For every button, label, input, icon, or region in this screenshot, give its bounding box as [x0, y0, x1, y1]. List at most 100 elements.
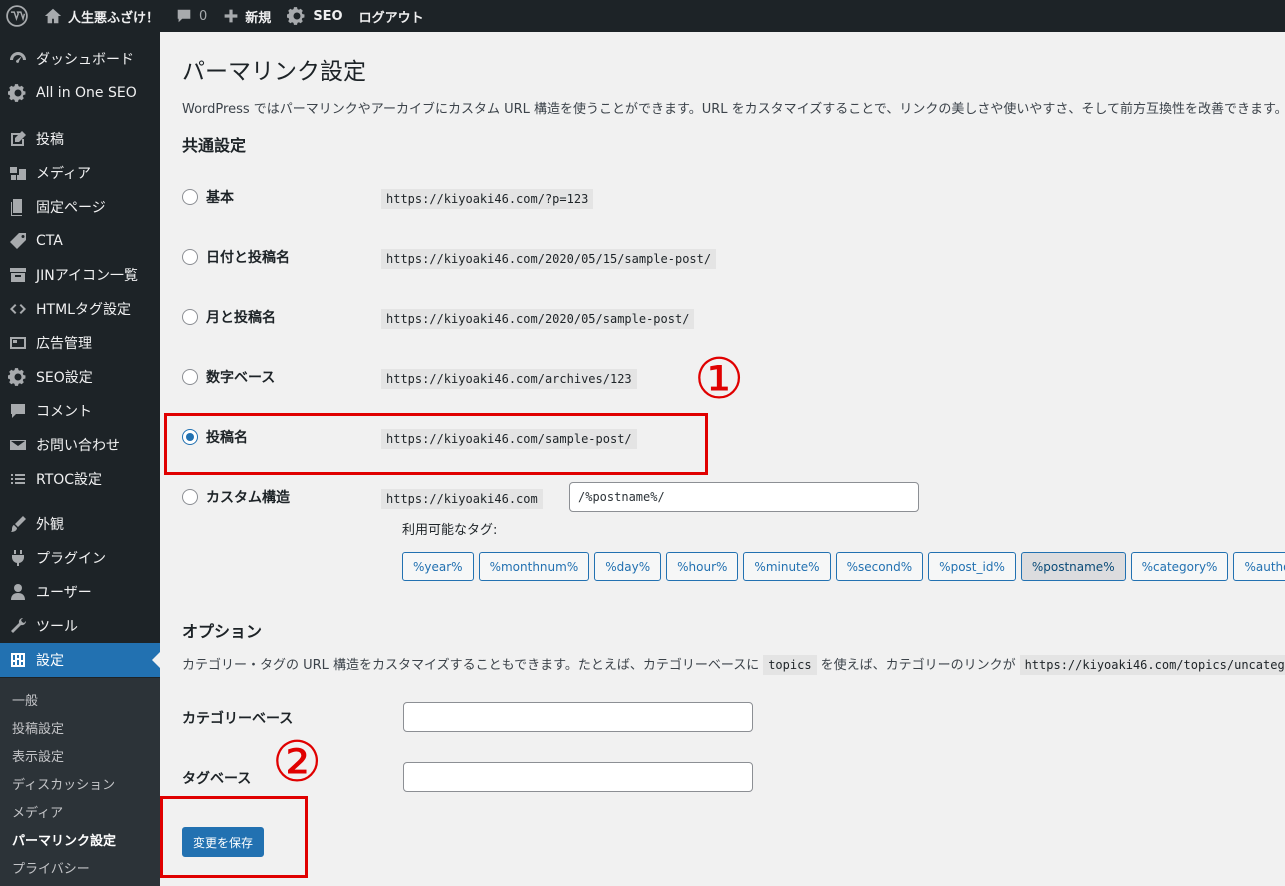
tag-button-category[interactable]: %category% [1130, 552, 1229, 581]
page-icon [0, 190, 36, 224]
admin-bar: 人生悪ふざけ！ 0 新規 SEO ログアウト [0, 0, 1285, 32]
permalink-option-month-name[interactable]: 月と投稿名 [182, 303, 1282, 331]
submenu-discussion[interactable]: ディスカッション [12, 774, 115, 793]
menu-item-all-in-one-seo[interactable]: All in One SEO [0, 76, 160, 110]
tag-button-postname[interactable]: %postname% [1020, 552, 1126, 581]
permalink-option-day-name[interactable]: 日付と投稿名 [182, 243, 1282, 271]
example-url-day-name: https://kiyoaki46.com/2020/05/15/sample-… [381, 249, 717, 269]
option-description: カテゴリー・タグの URL 構造をカスタマイズすることもできます。たとえば、カテ… [182, 654, 1285, 675]
menu-item-comments[interactable]: コメント [0, 394, 160, 428]
wrench-icon [0, 609, 36, 643]
tag-button-post-id[interactable]: %post_id% [928, 552, 1016, 581]
menu-item-contact[interactable]: お問い合わせ [0, 428, 160, 462]
example-category-base: topics [763, 655, 817, 675]
home-icon [44, 8, 62, 24]
permalink-option-plain[interactable]: 基本 [182, 183, 1282, 211]
gear-icon [0, 76, 36, 110]
available-tags-label: 利用可能なタグ: [402, 523, 498, 538]
plus-icon [224, 9, 238, 23]
user-icon [0, 575, 36, 609]
menu-item-dashboard[interactable]: ダッシュボード [0, 42, 160, 76]
tag-base-input[interactable] [403, 762, 753, 792]
option-heading: オプション [182, 622, 263, 641]
submenu-media[interactable]: メディア [12, 802, 63, 821]
example-category-url: https://kiyoaki46.com/topics/uncatego [1019, 655, 1285, 675]
radio-day-name[interactable] [182, 249, 198, 265]
logout-label: ログアウト [358, 10, 424, 26]
available-tags: %year% %monthnum% %day% %hour% %minute% … [402, 552, 1285, 581]
annotation-marker-1: ① [694, 347, 745, 412]
pin-icon [0, 122, 36, 156]
tag-button-author[interactable]: %author% [1233, 552, 1285, 581]
plugin-icon [0, 541, 36, 575]
archive-icon [0, 258, 36, 292]
submenu-privacy[interactable]: プライバシー [12, 858, 90, 877]
annotation-box-save [160, 796, 308, 878]
tag-button-monthnum[interactable]: %monthnum% [478, 552, 590, 581]
code-icon [0, 292, 36, 326]
seo-label: SEO [313, 8, 343, 24]
list-icon [0, 462, 36, 496]
menu-item-appearance[interactable]: 外観 [0, 507, 160, 541]
tag-button-hour[interactable]: %hour% [666, 552, 739, 581]
intro-text: WordPress ではパーマリンクやアーカイブにカスタム URL 構造を使うこ… [182, 102, 1285, 117]
menu-item-ads[interactable]: 広告管理 [0, 326, 160, 360]
menu-item-pages[interactable]: 固定ページ [0, 190, 160, 224]
example-url-numeric: https://kiyoaki46.com/archives/123 [381, 369, 637, 389]
menu-item-posts[interactable]: 投稿 [0, 122, 160, 156]
menu-item-users[interactable]: ユーザー [0, 575, 160, 609]
page-title: パーマリンク設定 [182, 59, 366, 85]
menu-item-jin-icons[interactable]: JINアイコン一覧 [0, 258, 160, 292]
annotation-marker-2: ② [272, 730, 323, 795]
tag-button-year[interactable]: %year% [402, 552, 474, 581]
site-name: 人生悪ふざけ！ [68, 10, 160, 26]
ad-icon [0, 326, 36, 360]
submenu-writing[interactable]: 投稿設定 [12, 718, 64, 737]
menu-item-settings[interactable]: 設定 [0, 643, 160, 677]
brush-icon [0, 507, 36, 541]
settings-submenu: 一般 投稿設定 表示設定 ディスカッション メディア パーマリンク設定 プライバ… [0, 678, 160, 886]
tag-icon [0, 224, 36, 258]
comment-icon [0, 394, 36, 428]
gear-icon [287, 7, 305, 25]
category-base-label: カテゴリーベース [182, 711, 294, 727]
submenu-permalinks[interactable]: パーマリンク設定 [12, 830, 116, 849]
comment-icon [177, 9, 191, 23]
radio-custom[interactable] [182, 489, 198, 505]
radio-plain[interactable] [182, 189, 198, 205]
tag-button-second[interactable]: %second% [835, 552, 924, 581]
mail-icon [0, 428, 36, 462]
site-name-link[interactable]: 人生悪ふざけ！ [36, 0, 167, 32]
menu-item-html-tags[interactable]: HTMLタグ設定 [0, 292, 160, 326]
wordpress-logo-icon[interactable] [0, 0, 36, 32]
tag-base-label: タグベース [182, 771, 252, 787]
new-content-link[interactable]: 新規 [215, 0, 279, 32]
comments-link[interactable]: 0 [167, 0, 215, 32]
admin-menu: ダッシュボード All in One SEO 投稿 メディア 固定ページ CTA… [0, 32, 160, 886]
radio-month-name[interactable] [182, 309, 198, 325]
menu-item-seo-settings[interactable]: SEO設定 [0, 360, 160, 394]
tag-button-minute[interactable]: %minute% [743, 552, 831, 581]
menu-item-rtoc[interactable]: RTOC設定 [0, 462, 160, 496]
example-url-month-name: https://kiyoaki46.com/2020/05/sample-pos… [381, 309, 695, 329]
media-icon [0, 156, 36, 190]
radio-numeric[interactable] [182, 369, 198, 385]
custom-structure-input[interactable] [569, 482, 919, 512]
logout-link[interactable]: ログアウト [351, 0, 432, 32]
annotation-box-post-name [164, 413, 708, 475]
category-base-input[interactable] [403, 702, 753, 732]
menu-item-plugins[interactable]: プラグイン [0, 541, 160, 575]
menu-item-tools[interactable]: ツール [0, 609, 160, 643]
seo-link[interactable]: SEO [279, 0, 350, 32]
example-url-plain: https://kiyoaki46.com/?p=123 [381, 189, 594, 209]
menu-item-media[interactable]: メディア [0, 156, 160, 190]
comments-count: 0 [199, 8, 208, 24]
new-label: 新規 [245, 10, 272, 26]
custom-base-url: https://kiyoaki46.com [381, 489, 543, 509]
common-settings-heading: 共通設定 [182, 136, 247, 155]
submenu-reading[interactable]: 表示設定 [12, 746, 64, 765]
menu-item-cta[interactable]: CTA [0, 224, 160, 258]
submenu-general[interactable]: 一般 [12, 690, 38, 709]
tag-button-day[interactable]: %day% [594, 552, 662, 581]
settings-icon [0, 643, 36, 677]
